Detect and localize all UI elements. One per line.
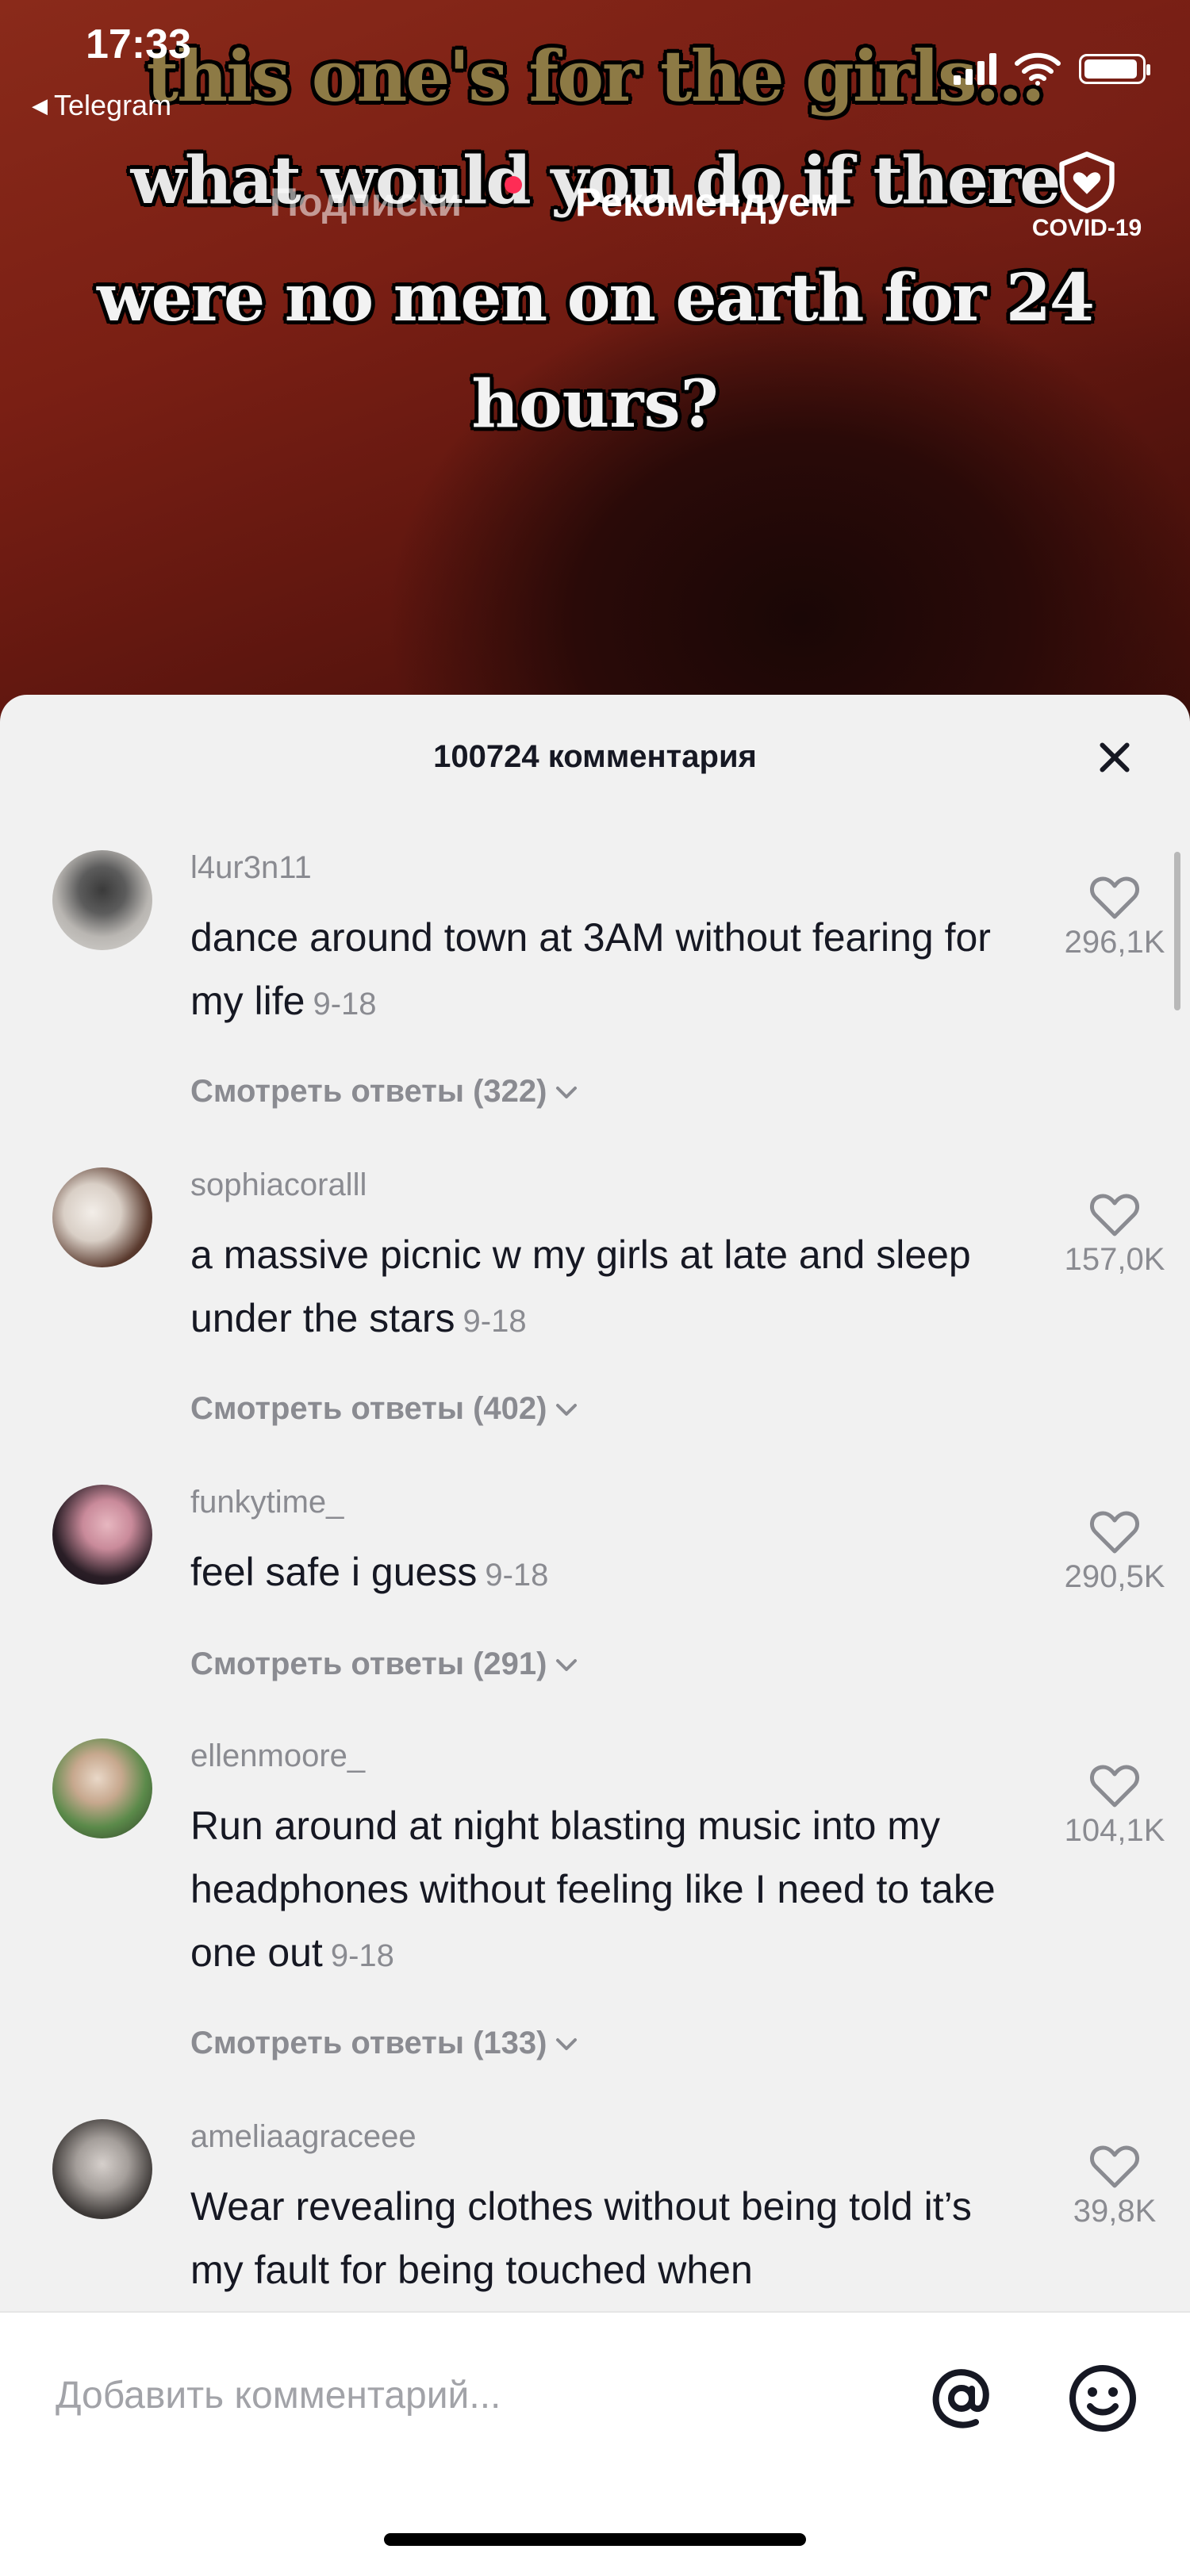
comments-count-title: 100724 комментария [433, 739, 757, 774]
like-count: 104,1K [1064, 1813, 1165, 1848]
video-background[interactable]: this one's for the girls... what would y… [0, 0, 1190, 730]
heart-outline-icon [1090, 2145, 1139, 2188]
like-count: 296,1K [1064, 925, 1165, 960]
covid-label: COVID-19 [1031, 215, 1142, 241]
chevron-down-icon [556, 1403, 578, 1416]
comments-sheet: 100724 комментария l4ur3n11 dance around… [0, 695, 1190, 2574]
comment-input[interactable] [54, 2359, 850, 2432]
comment-text: Run around at night blasting music into … [190, 1794, 1000, 1988]
heart-outline-icon [1090, 876, 1139, 919]
cellular-signal-icon [954, 53, 996, 85]
wifi-icon [1015, 52, 1061, 86]
comment-date: 9-18 [463, 1304, 527, 1339]
chevron-down-icon [556, 2037, 578, 2050]
at-icon[interactable] [923, 2360, 1000, 2436]
comment-date: 9-18 [313, 987, 377, 1022]
like-button[interactable]: 290,5K [1039, 1508, 1190, 1595]
comment-body: Run around at night blasting music into … [190, 1804, 996, 1975]
view-replies-label: Смотреть ответы (322) [190, 1074, 547, 1109]
like-button[interactable]: 39,8K [1039, 2143, 1190, 2229]
close-icon[interactable] [1095, 738, 1133, 776]
comment-date: 9-18 [330, 1938, 394, 1973]
like-button[interactable]: 157,0K [1039, 1191, 1190, 1278]
view-replies-button[interactable]: Смотреть ответы (291) [190, 1646, 578, 1682]
comment-username[interactable]: sophiacoralll [190, 1167, 367, 1203]
comment-username[interactable]: funkytime_ [190, 1485, 344, 1520]
comment-body: a massive picnic w my girls at late and … [190, 1232, 971, 1340]
comment-username[interactable]: l4ur3n11 [190, 850, 312, 886]
view-replies-label: Смотреть ответы (133) [190, 2026, 547, 2060]
avatar[interactable] [52, 1485, 152, 1585]
like-count: 157,0K [1064, 1242, 1165, 1277]
comment-text: Wear revealing clothes without being tol… [190, 2175, 1000, 2302]
view-replies-button[interactable]: Смотреть ответы (322) [190, 1074, 578, 1110]
status-icons [954, 52, 1150, 86]
status-time: 17:33 [86, 21, 191, 67]
tab-following[interactable]: Подписки [270, 179, 462, 225]
shield-heart-icon [1059, 151, 1115, 213]
comment-body: dance around town at 3AM without fearing… [190, 915, 991, 1023]
smiley-icon[interactable] [1065, 2360, 1141, 2436]
avatar[interactable] [52, 850, 152, 950]
like-count: 39,8K [1073, 2194, 1157, 2229]
home-indicator[interactable] [384, 2533, 806, 2546]
comment-username[interactable]: ameliaagraceee [190, 2119, 416, 2155]
avatar[interactable] [52, 1167, 152, 1267]
comment-date: 9-18 [485, 1558, 549, 1593]
like-button[interactable]: 104,1K [1039, 1762, 1190, 1849]
comment-username[interactable]: ellenmoore_ [190, 1738, 365, 1774]
view-replies-label: Смотреть ответы (291) [190, 1646, 547, 1681]
comment-body: feel safe i guess [190, 1550, 478, 1594]
view-replies-button[interactable]: Смотреть ответы (402) [190, 1391, 578, 1427]
avatar[interactable] [52, 2119, 152, 2219]
view-replies-label: Смотреть ответы (402) [190, 1391, 547, 1426]
heart-outline-icon [1090, 1511, 1139, 1554]
comment-body: Wear revealing clothes without being tol… [190, 2184, 972, 2292]
battery-icon [1079, 54, 1150, 84]
chevron-down-icon [556, 1658, 578, 1671]
back-to-app-button[interactable]: ◀ Telegram [32, 89, 171, 122]
heart-outline-icon [1090, 1194, 1139, 1236]
like-button[interactable]: 296,1K [1039, 874, 1190, 960]
avatar[interactable] [52, 1738, 152, 1838]
tab-recommended[interactable]: Рекомендуем [575, 179, 839, 225]
video-caption-line-3: were no men on earth for 24 [97, 260, 1095, 336]
heart-outline-icon [1090, 1765, 1139, 1807]
comment-text: dance around town at 3AM without fearing… [190, 906, 1000, 1036]
comment-text: feel safe i guess 9-18 [190, 1540, 1000, 1607]
back-triangle-icon: ◀ [32, 93, 48, 117]
view-replies-button[interactable]: Смотреть ответы (133) [190, 2026, 578, 2061]
back-app-label: Telegram [54, 89, 172, 121]
video-caption-line-4: hours? [471, 366, 719, 443]
covid-info-button[interactable]: COVID-19 [1031, 149, 1142, 242]
chevron-down-icon [556, 1086, 578, 1098]
comment-text: a massive picnic w my girls at late and … [190, 1223, 1000, 1353]
new-content-dot [505, 176, 522, 194]
comment-input-bar [0, 2311, 1190, 2576]
like-count: 290,5K [1064, 1559, 1165, 1594]
